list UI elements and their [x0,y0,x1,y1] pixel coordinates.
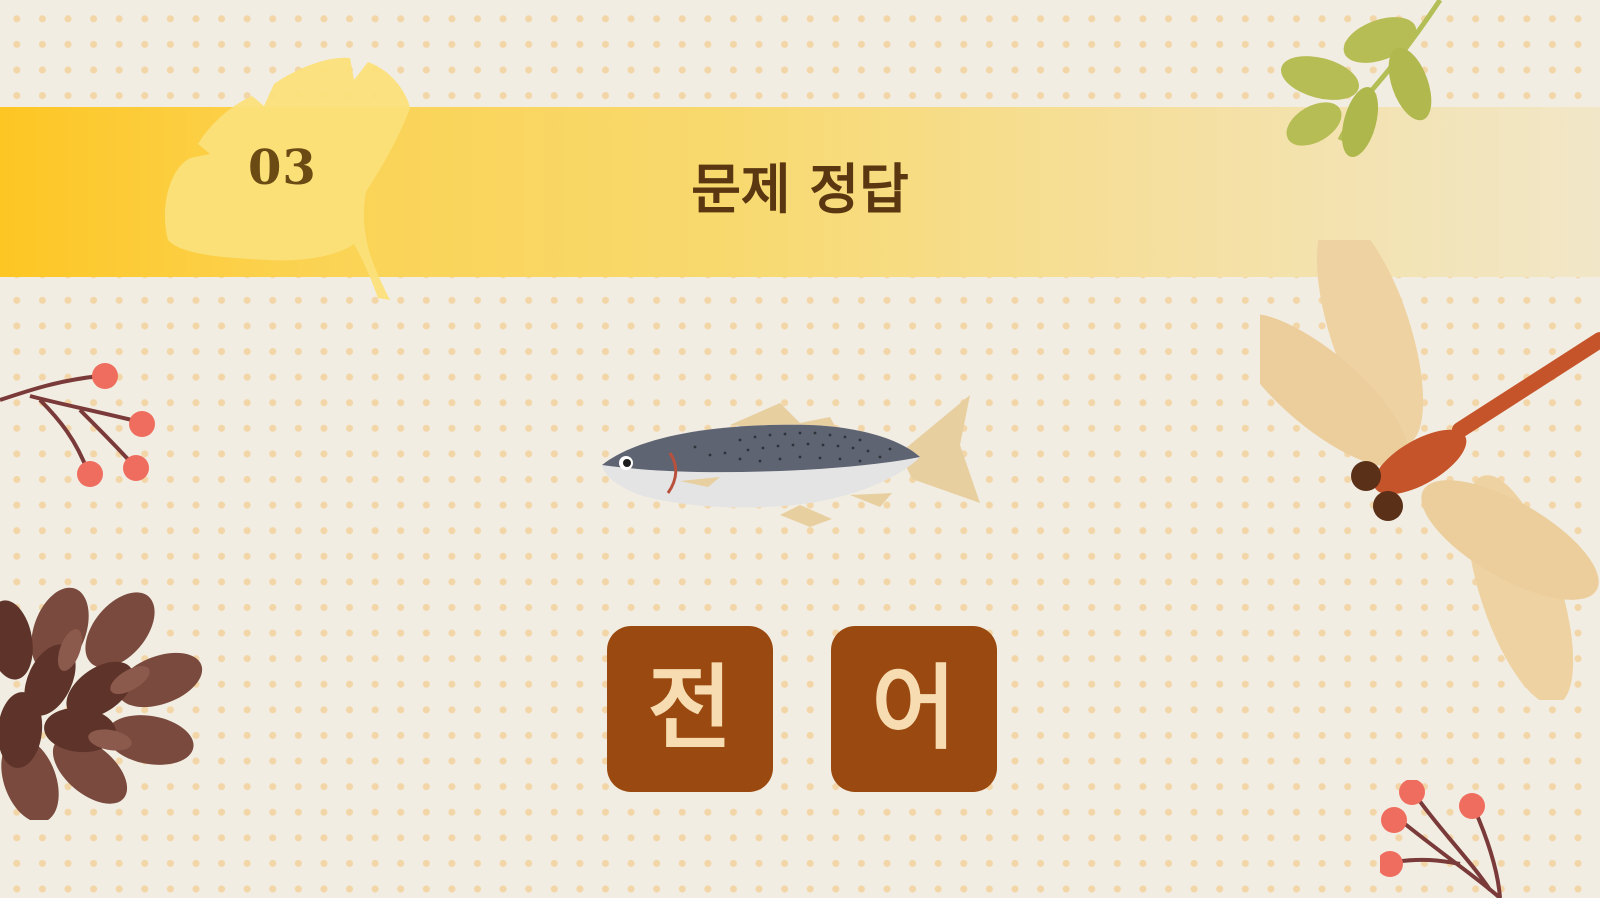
berry-branch-icon [1380,780,1502,898]
slide-number: 03 [248,140,317,196]
answer-tile: 어 [831,626,997,792]
berry-branch-icon [0,363,155,487]
slide-title: 문제 정답 [691,158,909,221]
green-leaves-icon [1281,0,1443,158]
pinecone-icon [0,587,203,820]
answer-tile: 전 [607,626,773,792]
dragonfly-icon [1260,240,1600,700]
fish-icon [602,395,980,527]
